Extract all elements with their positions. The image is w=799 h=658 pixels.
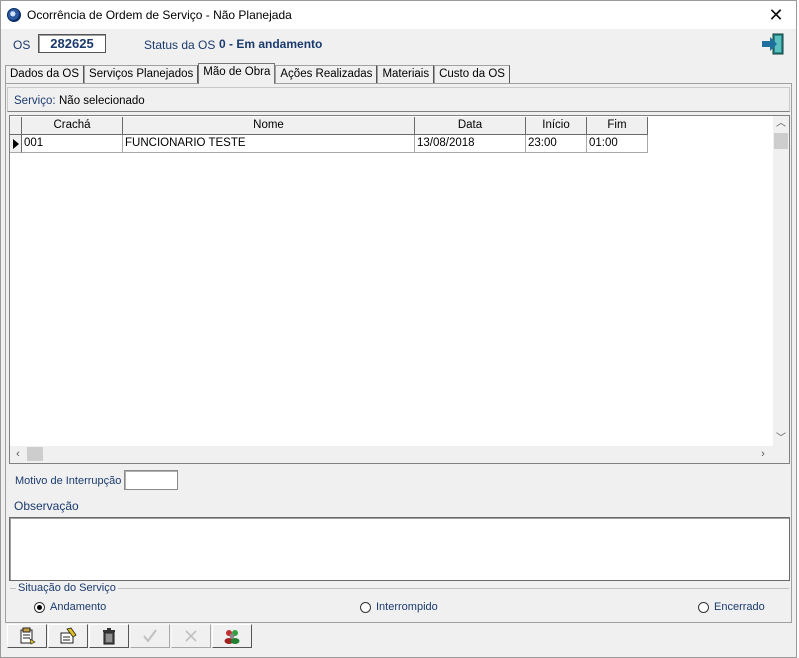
servico-bar: Serviço: Não selecionado	[7, 87, 790, 112]
column-header-fim[interactable]: Fim	[587, 117, 648, 135]
delete-button[interactable]	[89, 624, 129, 648]
tab-dados-da-os[interactable]: Dados da OS	[5, 65, 85, 84]
column-header-cracha[interactable]: Crachá	[22, 117, 123, 135]
status-label: Status da OS	[144, 38, 216, 52]
radio-label-encerrado: Encerrado	[714, 601, 765, 613]
chevron-left-icon[interactable]: ‹	[10, 446, 26, 463]
table-row[interactable]: 001 FUNCIONARIO TESTE 13/08/2018 23:00 0…	[10, 135, 648, 153]
os-label: OS	[13, 38, 31, 52]
cell-nome[interactable]: FUNCIONARIO TESTE	[123, 135, 415, 153]
cell-fim[interactable]: 01:00	[587, 135, 648, 153]
tab-materiais[interactable]: Materiais	[377, 65, 435, 84]
exit-door-icon	[762, 33, 784, 55]
confirm-check-icon	[143, 629, 157, 643]
delete-trash-icon	[103, 628, 115, 645]
radio-dot-encerrado[interactable]	[698, 601, 709, 613]
grid-header: Crachá Nome Data Início Fim	[10, 117, 648, 135]
cell-data[interactable]: 13/08/2018	[415, 135, 526, 153]
chevron-up-icon[interactable]: ︿	[773, 116, 789, 132]
cancel-x-icon	[185, 630, 197, 642]
motivo-interrupcao-label: Motivo de Interrupção	[15, 475, 122, 487]
tab-mao-de-obra[interactable]: Mão de Obra	[198, 63, 276, 84]
servico-value: Não selecionado	[59, 95, 145, 107]
cancel-button[interactable]	[171, 624, 211, 648]
title-bar: Ocorrência de Ordem de Serviço - Não Pla…	[1, 1, 796, 29]
tab-servicos-planejados[interactable]: Serviços Planejados	[84, 65, 199, 84]
mao-de-obra-grid[interactable]: Crachá Nome Data Início Fim 001 FUNCIONA…	[9, 115, 790, 464]
vertical-scrollbar[interactable]: ︿ ﹀	[773, 116, 789, 447]
cell-inicio[interactable]: 23:00	[526, 135, 587, 153]
situacao-legend: Situação do Serviço	[16, 582, 118, 594]
edit-button[interactable]	[48, 624, 88, 648]
close-icon[interactable]: ✕	[764, 3, 788, 27]
exit-button[interactable]	[761, 33, 785, 55]
observacao-label: Observação	[14, 499, 79, 513]
window-title: Ocorrência de Ordem de Serviço - Não Pla…	[27, 8, 292, 22]
radio-encerrado[interactable]: Encerrado	[698, 601, 765, 613]
radio-label-interrompido: Interrompido	[376, 601, 438, 613]
radio-interrompido[interactable]: Interrompido	[360, 601, 438, 613]
row-pointer-icon	[13, 139, 19, 149]
bottom-toolbar	[7, 624, 253, 648]
os-header: OS 282625 Status da OS 0 - Em andamento	[1, 29, 796, 61]
tab-bar: Dados da OS Serviços Planejados Mão de O…	[5, 63, 510, 84]
observacao-textarea[interactable]	[9, 517, 790, 581]
chevron-down-icon[interactable]: ﹀	[773, 431, 789, 447]
new-button[interactable]	[7, 624, 47, 648]
cell-cracha[interactable]: 001	[22, 135, 123, 153]
grid-indicator-header	[10, 117, 22, 135]
confirm-button[interactable]	[130, 624, 170, 648]
column-header-nome[interactable]: Nome	[123, 117, 415, 135]
radio-dot-andamento[interactable]	[34, 601, 45, 613]
horizontal-scroll-thumb[interactable]	[27, 447, 43, 461]
new-document-icon	[20, 627, 36, 645]
servico-label: Serviço:	[14, 95, 56, 107]
motivo-interrupcao-input[interactable]	[124, 470, 178, 490]
column-header-inicio[interactable]: Início	[526, 117, 587, 135]
app-logo-icon	[7, 8, 21, 22]
tab-custo-da-os[interactable]: Custo da OS	[434, 65, 510, 84]
users-icon	[224, 630, 240, 644]
vertical-scroll-thumb[interactable]	[774, 133, 788, 149]
radio-dot-interrompido[interactable]	[360, 601, 371, 613]
radio-andamento[interactable]: Andamento	[34, 601, 106, 613]
users-button[interactable]	[212, 624, 252, 648]
row-indicator	[10, 135, 22, 153]
horizontal-scrollbar[interactable]: ‹ ›	[10, 446, 789, 463]
tab-panel-mao-de-obra: Serviço: Não selecionado Crachá Nome Dat…	[5, 83, 792, 623]
status-value: 0 - Em andamento	[219, 37, 323, 51]
radio-label-andamento: Andamento	[50, 601, 107, 613]
dialog-window: Ocorrência de Ordem de Serviço - Não Pla…	[0, 0, 797, 658]
edit-icon	[60, 627, 77, 644]
chevron-right-icon[interactable]: ›	[755, 446, 771, 463]
tab-acoes-realizadas[interactable]: Ações Realizadas	[275, 65, 378, 84]
column-header-data[interactable]: Data	[415, 117, 526, 135]
os-number-field: 282625	[38, 34, 106, 53]
